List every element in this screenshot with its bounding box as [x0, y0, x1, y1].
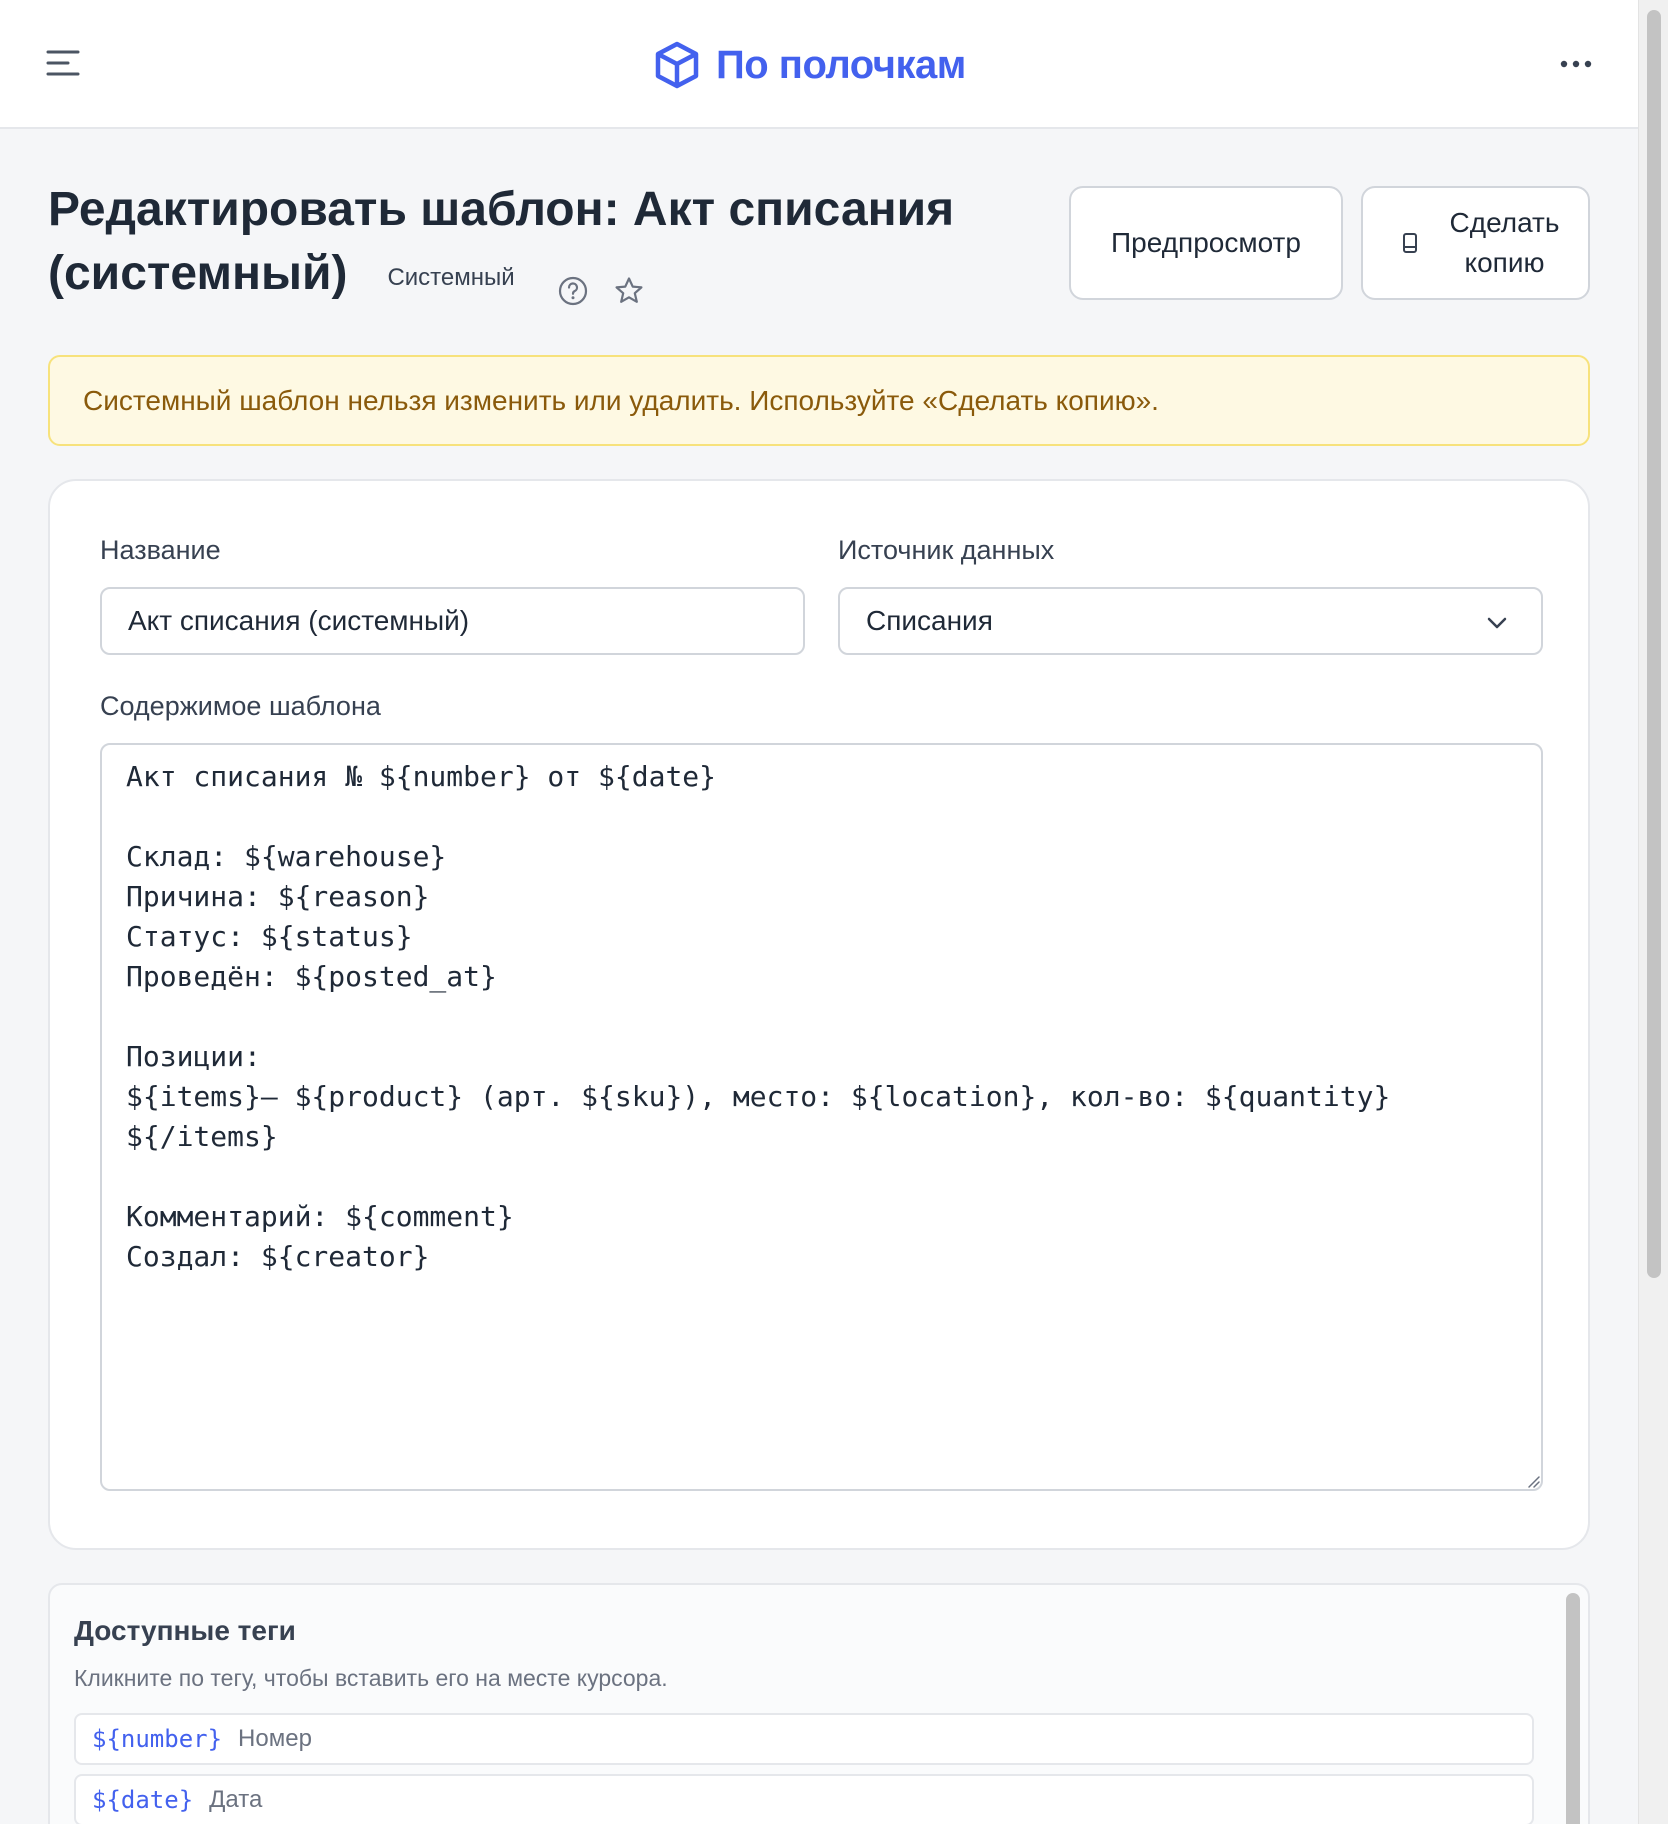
template-form-card: Название Источник данных Акт списания (с…	[48, 479, 1590, 1550]
preview-button-label: Предпросмотр	[1111, 227, 1301, 258]
system-badge: Системный	[387, 264, 515, 291]
page-scrollbar-thumb[interactable]	[1647, 10, 1661, 1278]
tag-description: Дата	[209, 1786, 263, 1813]
tags-scrollbar-thumb[interactable]	[1566, 1593, 1580, 1824]
data-source-value: Списания	[866, 605, 993, 636]
name-label: Название	[100, 535, 221, 565]
tag-item[interactable]: ${number} Номер	[74, 1713, 1534, 1765]
page-title-line1: Редактировать шаблон: Акт списания	[48, 183, 955, 236]
template-content-label: Содержимое шаблона	[100, 691, 381, 721]
star-icon[interactable]	[613, 260, 645, 303]
brand-name: По полочкам	[716, 42, 966, 87]
available-tags-title: Доступные теги	[74, 1615, 296, 1646]
top-bar: По полочкам	[0, 0, 1638, 129]
data-source-label: Источник данных	[838, 535, 1055, 565]
available-tags-hint: Кликните по тегу, чтобы вставить его на …	[74, 1665, 668, 1691]
help-icon[interactable]	[557, 260, 589, 306]
make-copy-button[interactable]: Сделать копию	[1361, 186, 1590, 300]
page-scrollbar[interactable]	[1638, 0, 1668, 1824]
preview-button[interactable]: Предпросмотр	[1069, 186, 1343, 300]
data-source-select[interactable]: Списания	[838, 587, 1543, 655]
name-input[interactable]: Акт списания (системный)	[100, 587, 805, 655]
brand-logo[interactable]: По полочкам	[652, 38, 966, 92]
alert-text: Системный шаблон нельзя изменить или уда…	[83, 384, 1159, 416]
available-tags-panel: Доступные теги Кликните по тегу, чтобы в…	[48, 1583, 1590, 1824]
page-title-line2: (системный)	[48, 247, 348, 300]
copy-icon	[1402, 233, 1417, 253]
tag-code: ${date}	[92, 1786, 194, 1814]
tag-code: ${number}	[92, 1725, 223, 1753]
more-options-icon[interactable]	[1556, 52, 1596, 76]
make-copy-button-label: Сделать копию	[1449, 207, 1560, 278]
menu-icon[interactable]	[46, 48, 80, 78]
tag-item[interactable]: ${date} Дата	[74, 1774, 1534, 1824]
name-input-value: Акт списания (системный)	[128, 605, 470, 636]
tag-description: Номер	[238, 1725, 312, 1752]
chevron-down-icon	[1487, 617, 1507, 629]
resize-handle-icon[interactable]	[1525, 1473, 1541, 1489]
system-template-alert: Системный шаблон нельзя изменить или уда…	[48, 355, 1590, 446]
template-content-textarea[interactable]: Акт списания № ${number} от ${date} Скла…	[100, 743, 1543, 1491]
page-title: Редактировать шаблон: Акт списания (сист…	[48, 178, 1008, 306]
box-icon	[655, 41, 699, 89]
